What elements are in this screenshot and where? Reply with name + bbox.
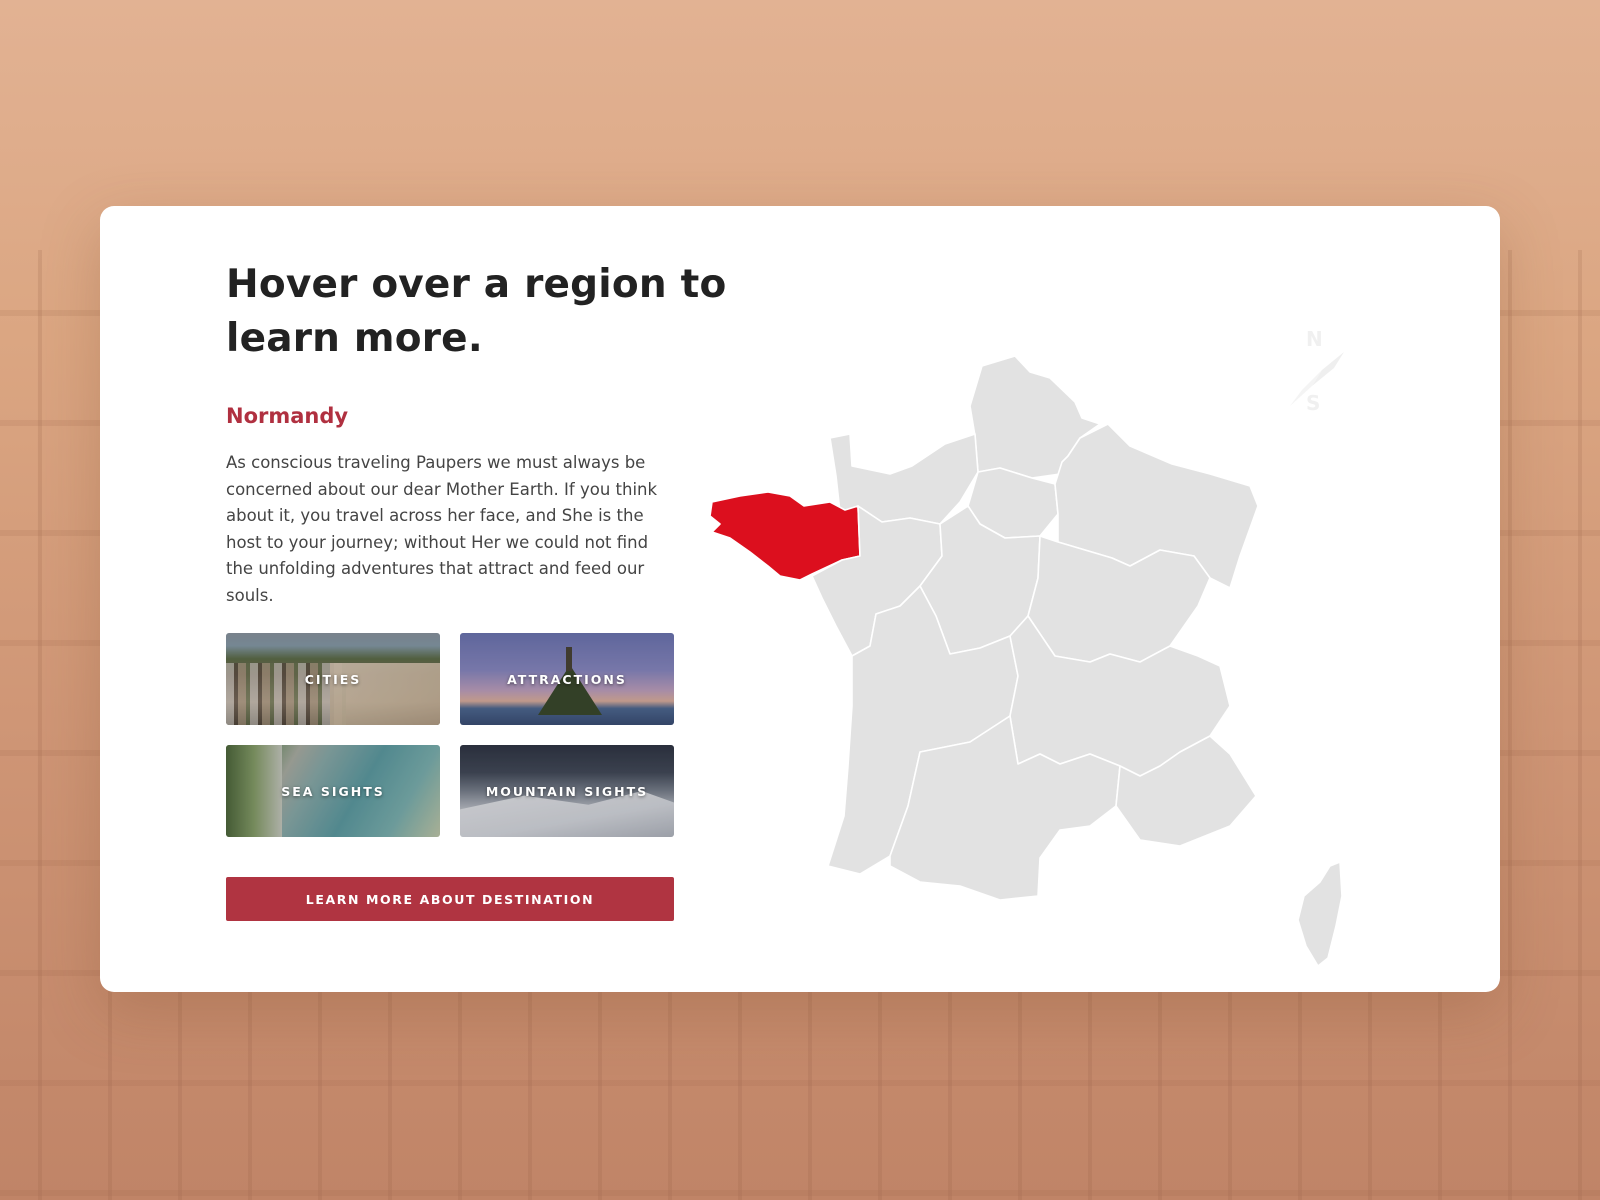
- category-tiles: CITIES ATTRACTIONS SEA SIGHTS MOUNTAIN S…: [226, 633, 674, 837]
- cities-tile[interactable]: CITIES: [226, 633, 440, 725]
- region-description: As conscious traveling Paupers we must a…: [226, 453, 658, 605]
- france-map: [709, 355, 1343, 967]
- learn-more-button[interactable]: LEARN MORE ABOUT DESTINATION: [226, 877, 674, 921]
- mountain-sights-tile[interactable]: MOUNTAIN SIGHTS: [460, 745, 674, 837]
- cities-tile-label: CITIES: [304, 671, 362, 687]
- region-corsica[interactable]: [1297, 861, 1343, 967]
- sea-sights-tile-label: SEA SIGHTS: [281, 783, 385, 799]
- region-title: Normandy: [226, 404, 349, 428]
- region-info-card: Hover over a region to learn more. Norma…: [100, 206, 1500, 992]
- attractions-tile-label: ATTRACTIONS: [507, 671, 627, 687]
- mountain-sights-tile-label: MOUNTAIN SIGHTS: [485, 783, 649, 799]
- attractions-tile[interactable]: ATTRACTIONS: [460, 633, 674, 725]
- sea-sights-tile[interactable]: SEA SIGHTS: [226, 745, 440, 837]
